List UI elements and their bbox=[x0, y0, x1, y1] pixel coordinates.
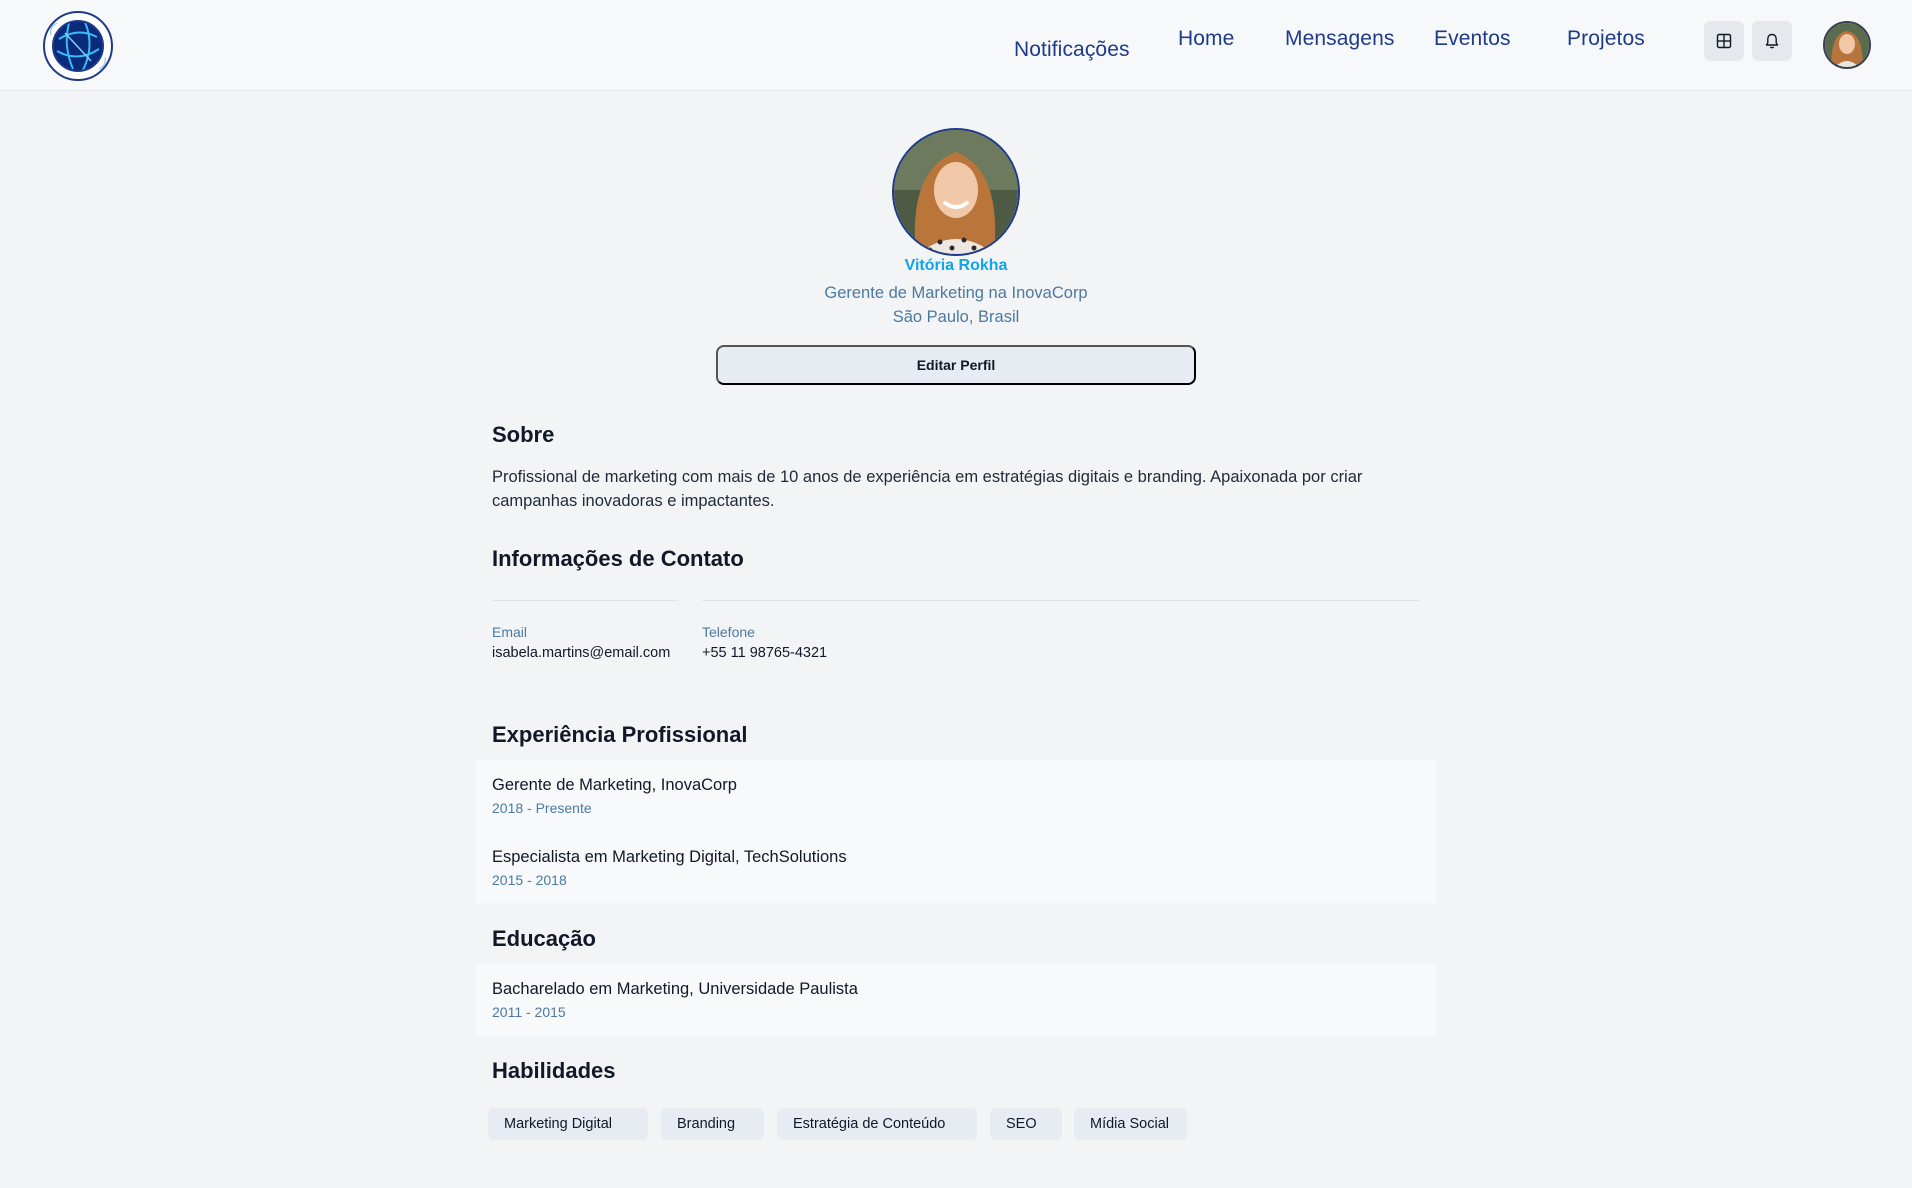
skill-chip[interactable]: Branding bbox=[661, 1108, 764, 1140]
phone-label: Telefone bbox=[702, 624, 755, 640]
skill-chip[interactable]: Marketing Digital bbox=[488, 1108, 648, 1140]
experience-item-dates: 2015 - 2018 bbox=[492, 872, 567, 888]
divider bbox=[492, 600, 678, 601]
profile-photo bbox=[892, 128, 1020, 256]
about-text: Profissional de marketing com mais de 10… bbox=[492, 468, 1363, 510]
experience-item-title: Gerente de Marketing, InovaCorp bbox=[492, 776, 737, 794]
profile-location: São Paulo, Brasil bbox=[892, 308, 1020, 326]
experience-item-title: Especialista em Marketing Digital, TechS… bbox=[492, 848, 847, 866]
nav-eventos[interactable]: Eventos bbox=[1434, 27, 1511, 51]
education-item-dates: 2011 - 2015 bbox=[492, 1004, 566, 1020]
skills-title: Habilidades bbox=[492, 1058, 616, 1083]
nav-mensagens[interactable]: Mensagens bbox=[1285, 27, 1394, 51]
experience-title: Experiência Profissional bbox=[492, 722, 748, 747]
education-item-title: Bacharelado em Marketing, Universidade P… bbox=[492, 980, 858, 998]
top-navbar: Notificações Home Mensagens Eventos Proj… bbox=[0, 0, 1912, 91]
nav-notificacoes[interactable]: Notificações bbox=[1014, 38, 1130, 62]
edit-profile-button[interactable]: Editar Perfil bbox=[716, 345, 1196, 385]
experience-item-dates: 2018 - Presente bbox=[492, 800, 592, 816]
skill-chip[interactable]: SEO bbox=[990, 1108, 1062, 1140]
skill-chip[interactable]: Mídia Social bbox=[1074, 1108, 1187, 1140]
user-avatar[interactable] bbox=[1823, 21, 1871, 69]
grid-icon bbox=[1716, 33, 1732, 49]
divider bbox=[702, 600, 1420, 601]
skill-chip[interactable]: Estratégia de Conteúdo bbox=[777, 1108, 977, 1140]
email-label: Email bbox=[492, 624, 528, 640]
education-card bbox=[476, 964, 1436, 1036]
profile-role: Gerente de Marketing na InovaCorp bbox=[824, 284, 1088, 302]
about-title: Sobre bbox=[492, 422, 555, 447]
contact-title: Informações de Contato bbox=[492, 546, 744, 571]
globe-logo-icon[interactable] bbox=[43, 11, 113, 81]
nav-projetos[interactable]: Projetos bbox=[1567, 27, 1645, 51]
nav-home[interactable]: Home bbox=[1178, 27, 1234, 51]
education-title: Educação bbox=[492, 926, 596, 951]
phone-value[interactable]: +55 11 98765-4321 bbox=[702, 645, 827, 661]
notifications-button[interactable] bbox=[1752, 21, 1792, 61]
profile-name: Vitória Rokha bbox=[904, 257, 1008, 274]
email-value[interactable]: isabela.martins@email.com bbox=[492, 645, 670, 661]
bell-icon bbox=[1765, 33, 1779, 49]
grid-button[interactable] bbox=[1704, 21, 1744, 61]
